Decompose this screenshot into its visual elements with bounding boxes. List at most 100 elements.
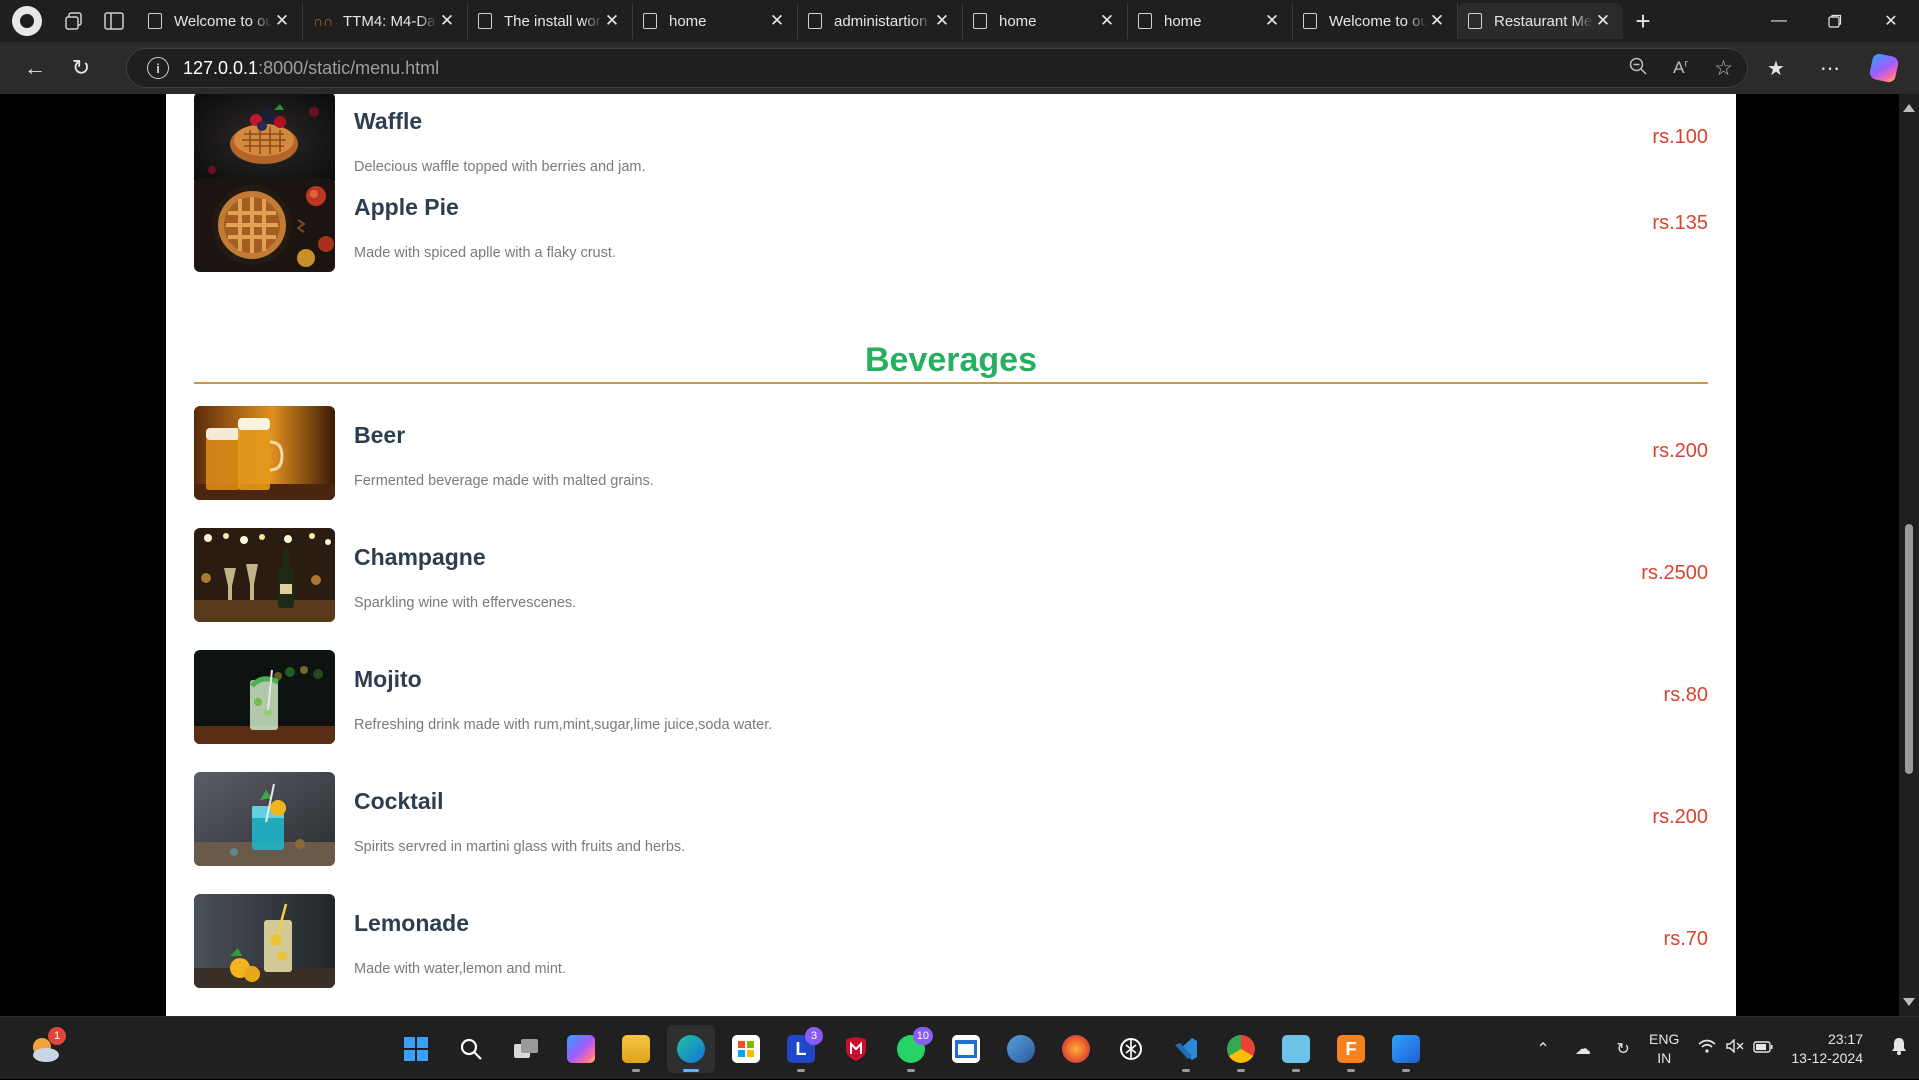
paint-icon: [1392, 1035, 1420, 1063]
more-menu-icon[interactable]: ⋯: [1803, 48, 1857, 88]
close-tab-icon[interactable]: ✕: [602, 11, 622, 31]
close-tab-icon[interactable]: ✕: [1262, 11, 1282, 31]
browser-tab[interactable]: administartion ✕: [798, 3, 963, 39]
firefox-app[interactable]: [1052, 1025, 1100, 1073]
network-app[interactable]: [997, 1025, 1045, 1073]
item-description: Made with spiced aplle with a flaky crus…: [354, 245, 616, 261]
notepad-app[interactable]: [1272, 1025, 1320, 1073]
close-tab-icon[interactable]: ✕: [932, 11, 952, 31]
close-tab-icon[interactable]: ✕: [437, 11, 457, 31]
browser-tab[interactable]: The install worked✕: [468, 3, 633, 39]
close-tab-icon[interactable]: ✕: [1593, 11, 1613, 31]
minimize-button[interactable]: —: [1751, 0, 1807, 42]
close-window-button[interactable]: ✕: [1863, 0, 1919, 42]
new-tab-button[interactable]: +: [1623, 3, 1663, 39]
tab-title: Welcome to our: [174, 12, 272, 30]
browser-tab[interactable]: Welcome to our ✕: [1293, 3, 1458, 39]
browser-tab[interactable]: home ✕: [1128, 3, 1293, 39]
chatgpt-app[interactable]: [1107, 1025, 1155, 1073]
workspaces-icon[interactable]: [56, 6, 92, 36]
l-app[interactable]: L3: [777, 1025, 825, 1073]
clock[interactable]: 23:17 13-12-2024: [1791, 1030, 1863, 1068]
item-price: rs.135: [1652, 212, 1708, 234]
item-description: Sparkling wine with effervescenes.: [354, 595, 577, 611]
favorites-icon[interactable]: ★: [1749, 48, 1803, 88]
mcafee-app[interactable]: [832, 1025, 880, 1073]
browser-tab[interactable]: home ✕: [963, 3, 1128, 39]
browser-tab[interactable]: Restaurant Menu✕: [1458, 3, 1623, 39]
copilot-icon[interactable]: [1857, 48, 1911, 88]
scrollbar-thumb[interactable]: [1905, 524, 1913, 774]
menu-item-champagne: Champagne Sparkling wine with effervesce…: [194, 528, 1708, 622]
volume-muted-icon[interactable]: [1721, 1038, 1749, 1058]
browser-tab[interactable]: Welcome to our ✕: [138, 3, 303, 39]
start-button[interactable]: [392, 1025, 440, 1073]
start-icon: [402, 1035, 430, 1063]
wifi-icon[interactable]: [1693, 1039, 1721, 1058]
window-app[interactable]: [942, 1025, 990, 1073]
notepad-icon: [1282, 1035, 1310, 1063]
item-price: rs.70: [1663, 928, 1708, 950]
network-icon: [1007, 1035, 1035, 1063]
profile-avatar[interactable]: [12, 6, 42, 36]
close-tab-icon[interactable]: ✕: [767, 11, 787, 31]
close-tab-icon[interactable]: ✕: [272, 11, 292, 31]
vscode-icon: [1172, 1035, 1200, 1063]
close-tab-icon[interactable]: ✕: [1427, 11, 1447, 31]
notification-bell-icon[interactable]: [1879, 1037, 1919, 1060]
tab-title: The install worked: [504, 12, 602, 30]
vertical-tabs-icon[interactable]: [96, 6, 132, 36]
mojito-image: [194, 650, 335, 744]
address-bar[interactable]: i 127.0.0.1:8000/static/menu.html Aг ☆: [126, 48, 1748, 88]
item-price: rs.80: [1663, 684, 1708, 706]
chrome-app[interactable]: [1217, 1025, 1265, 1073]
page-icon: [973, 13, 987, 29]
menu-item-lemonade: Lemonade Made with water,lemon and mint.…: [194, 894, 1708, 988]
paint-app[interactable]: [1382, 1025, 1430, 1073]
site-info-icon[interactable]: i: [147, 57, 169, 79]
language-indicator[interactable]: ENG IN: [1649, 1030, 1679, 1068]
url-text[interactable]: 127.0.0.1:8000/static/menu.html: [183, 58, 439, 79]
onedrive-icon[interactable]: ☁: [1563, 1039, 1603, 1059]
running-indicator: [1292, 1069, 1300, 1072]
item-description: Delecious waffle topped with berries and…: [354, 159, 646, 175]
item-price: rs.2500: [1641, 562, 1708, 584]
tab-title: TTM4: M4-Data: [343, 12, 437, 30]
scroll-up-arrow-icon[interactable]: [1903, 104, 1915, 112]
browser-tab[interactable]: home ✕: [633, 3, 798, 39]
scroll-down-arrow-icon[interactable]: [1903, 998, 1915, 1006]
item-name: Waffle: [354, 108, 423, 134]
battery-icon[interactable]: [1749, 1040, 1777, 1058]
file-explorer-app[interactable]: [612, 1025, 660, 1073]
apple-pie-image: [194, 178, 335, 272]
running-indicator: [632, 1069, 640, 1072]
vscode-app[interactable]: [1162, 1025, 1210, 1073]
window-icon: [952, 1035, 980, 1063]
tab-strip: Welcome to our✕∩∩TTM4: M4-Data✕The insta…: [0, 0, 1919, 42]
section-header-beverages: Beverages: [194, 340, 1708, 390]
weather-widget[interactable]: 1: [28, 1027, 66, 1065]
sync-icon[interactable]: ↻: [1603, 1039, 1643, 1059]
page-scrollbar[interactable]: [1899, 94, 1919, 1016]
site-logo-icon: ∩∩: [313, 13, 334, 29]
back-button[interactable]: ←: [15, 48, 55, 88]
search-button[interactable]: [447, 1025, 495, 1073]
edge-app[interactable]: [667, 1025, 715, 1073]
close-tab-icon[interactable]: ✕: [1097, 11, 1117, 31]
item-price: rs.200: [1652, 806, 1708, 828]
browser-tab[interactable]: ∩∩ TTM4: M4-Data✕: [303, 3, 468, 39]
read-aloud-icon[interactable]: Aг: [1673, 58, 1688, 78]
task-view-button[interactable]: [502, 1025, 550, 1073]
favorite-star-icon[interactable]: ☆: [1714, 56, 1733, 81]
copilot-app[interactable]: [557, 1025, 605, 1073]
menu-item-mojito: Mojito Refreshing drink made with rum,mi…: [194, 650, 1708, 744]
section-divider: [194, 382, 1708, 384]
zoom-out-icon[interactable]: [1629, 57, 1647, 80]
store-app[interactable]: [722, 1025, 770, 1073]
whatsapp-app[interactable]: 10: [887, 1025, 935, 1073]
restore-button[interactable]: [1807, 0, 1863, 42]
refresh-button[interactable]: ↻: [61, 48, 101, 88]
fig-app[interactable]: F: [1327, 1025, 1375, 1073]
chevron-up-icon[interactable]: ⌃: [1523, 1039, 1563, 1059]
item-name: Champagne: [354, 544, 486, 570]
